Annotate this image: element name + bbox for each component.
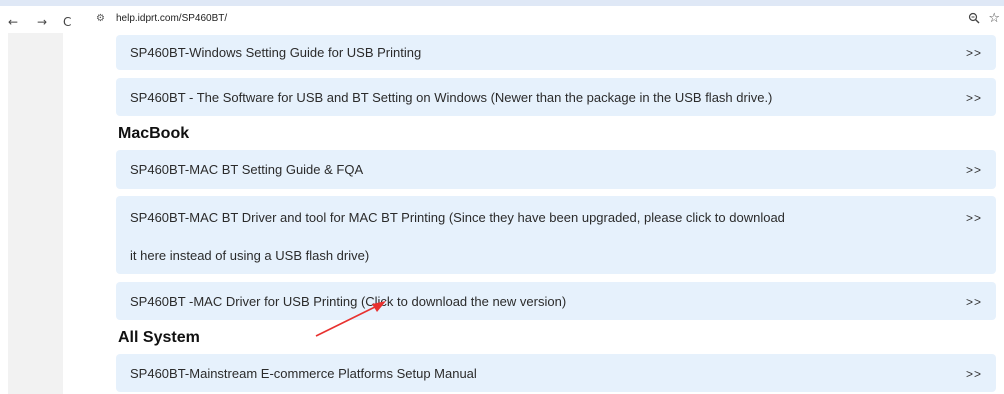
browser-toolbar: ← → C ⚙ help.idprt.com/SP460BT/ ☆ [0,0,1004,33]
item-label: SP460BT -MAC Driver for USB Printing (Cl… [130,294,567,309]
star-icon[interactable]: ☆ [988,11,1000,26]
chevron-icon: >> [965,46,982,60]
section-title-all-system: All System [118,329,200,346]
forward-button[interactable]: → [37,15,47,29]
address-bar[interactable]: ⚙ help.idprt.com/SP460BT/ ☆ [94,11,1000,29]
item-label: SP460BT - The Software for USB and BT Se… [130,90,773,105]
zoom-icon[interactable] [968,12,980,27]
tab-strip [0,0,1004,6]
item-label-line2: it here instead of using a USB flash dri… [130,248,370,263]
download-item-mac-bt-guide[interactable]: SP460BT-MAC BT Setting Guide & FQA >> [116,150,996,189]
chevron-icon: >> [965,211,982,225]
item-label-line1: SP460BT-MAC BT Driver and tool for MAC B… [130,210,785,225]
download-item-ecommerce-manual[interactable]: SP460BT-Mainstream E-commerce Platforms … [116,354,996,392]
section-title-macbook: MacBook [118,125,190,142]
item-label: SP460BT-MAC BT Setting Guide & FQA [130,162,364,177]
left-gutter [8,33,63,394]
chevron-icon: >> [965,295,982,309]
reload-button[interactable]: C [63,15,71,29]
chevron-icon: >> [965,367,982,381]
back-button[interactable]: ← [8,15,18,29]
download-list: SP460BT-Windows Setting Guide for USB Pr… [116,33,996,394]
download-item-mac-usb-driver[interactable]: SP460BT -MAC Driver for USB Printing (Cl… [116,282,996,320]
url-text[interactable]: help.idprt.com/SP460BT/ [116,13,227,24]
download-item-windows-software[interactable]: SP460BT - The Software for USB and BT Se… [116,78,996,116]
site-info-icon[interactable]: ⚙ [96,13,105,24]
item-label: SP460BT-Mainstream E-commerce Platforms … [130,366,477,381]
download-item-mac-bt-driver[interactable]: SP460BT-MAC BT Driver and tool for MAC B… [116,196,996,274]
item-label: SP460BT-Windows Setting Guide for USB Pr… [130,45,422,60]
download-item-windows-usb-guide[interactable]: SP460BT-Windows Setting Guide for USB Pr… [116,35,996,70]
chevron-icon: >> [965,91,982,105]
chevron-icon: >> [965,163,982,177]
